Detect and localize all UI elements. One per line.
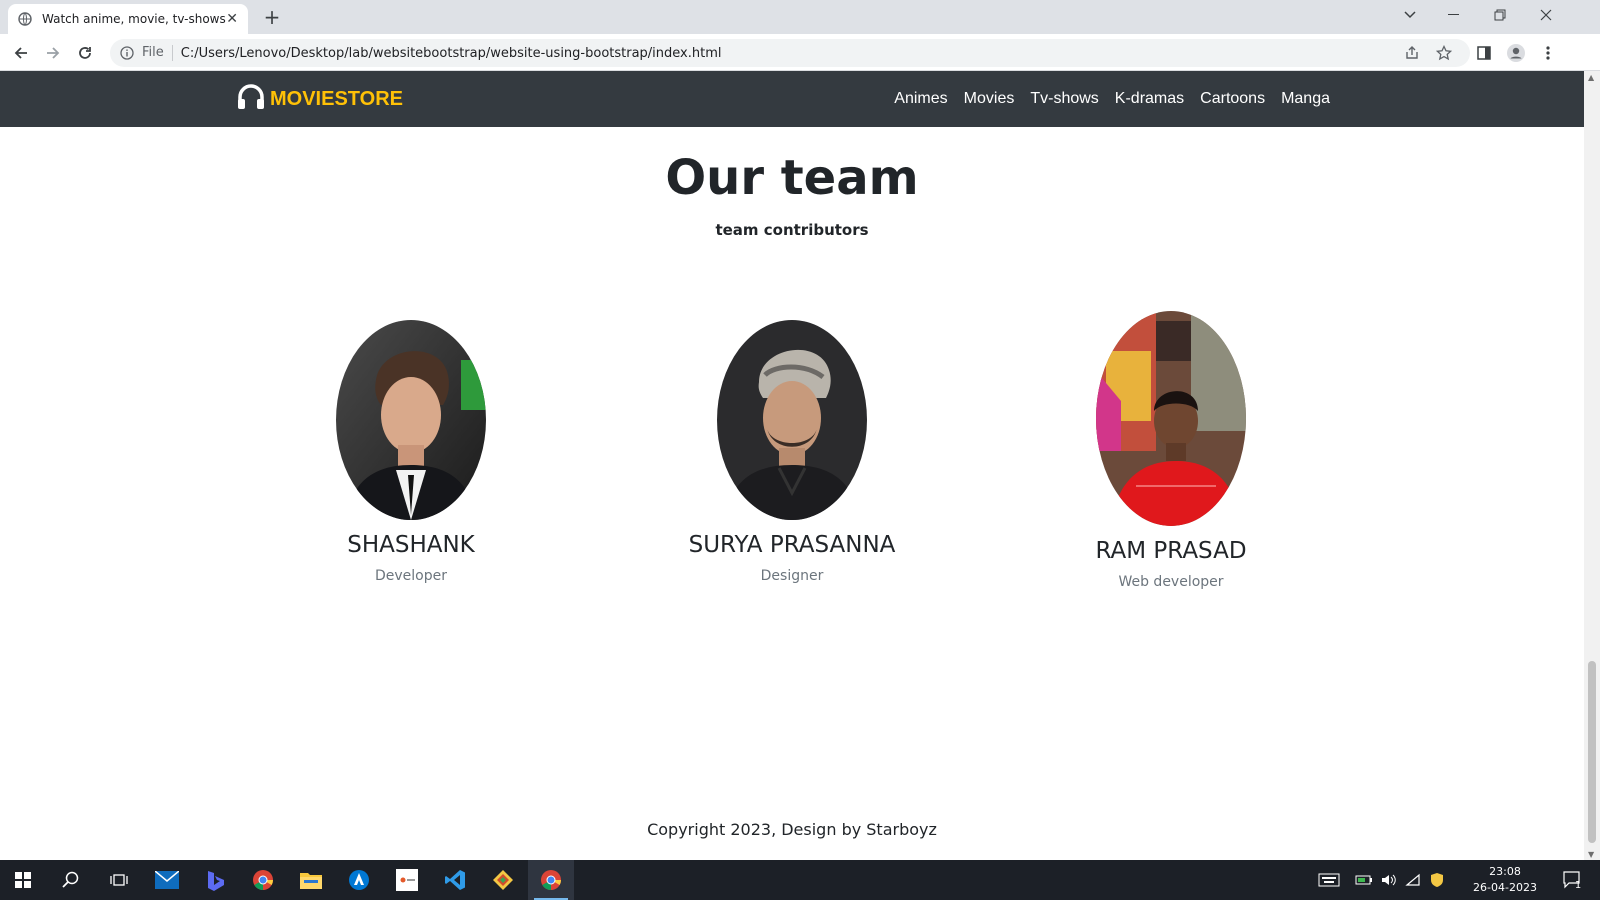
browser-tab-strip: Watch anime, movie, tv-shows ✕ + [0,0,1600,34]
bing-app-icon[interactable] [192,860,238,900]
browser-menu-icon[interactable] [1538,43,1558,63]
wifi-icon[interactable] [1402,860,1424,900]
bookmark-star-icon[interactable] [1434,43,1454,63]
close-tab-icon[interactable]: ✕ [226,11,238,27]
nav-link-animes[interactable]: Animes [894,90,947,108]
nav-link-movies[interactable]: Movies [964,90,1015,108]
site-navbar: MOVIESTORE Animes Movies Tv-shows K-dram… [0,71,1584,127]
browser-tab[interactable]: Watch anime, movie, tv-shows ✕ [8,4,248,34]
info-icon[interactable] [120,46,134,60]
nav-link-cartoons[interactable]: Cartoons [1200,90,1265,108]
member-photo [717,320,867,520]
reload-icon[interactable] [72,40,98,66]
tab-title: Watch anime, movie, tv-shows [42,12,226,26]
git-app-icon[interactable] [480,860,526,900]
clock-date: 26-04-2023 [1473,881,1537,894]
nav-link-tv-shows[interactable]: Tv-shows [1030,90,1098,108]
member-name: RAM PRASAD [1095,538,1247,564]
azure-app-icon[interactable] [336,860,382,900]
task-view-icon[interactable] [96,860,142,900]
close-window-button[interactable] [1524,0,1568,30]
member-role: Web developer [1118,574,1224,590]
scroll-down-arrow-icon[interactable]: ▼ [1588,850,1594,859]
member-photo [1096,311,1246,526]
browser-toolbar: File C:/Users/Lenovo/Desktop/lab/website… [0,34,1600,71]
brand-logo[interactable]: MOVIESTORE [236,83,403,115]
windows-taskbar: 23:08 26-04-2023 1 [0,860,1600,900]
nav-link-k-dramas[interactable]: K-dramas [1115,90,1184,108]
system-clock[interactable]: 23:08 26-04-2023 [1470,864,1540,896]
brand-name: MOVIESTORE [270,87,403,110]
clock-time: 23:08 [1489,865,1521,878]
headphones-icon [236,83,266,115]
back-arrow-icon[interactable] [8,40,34,66]
volume-icon[interactable] [1378,860,1400,900]
mail-app-icon[interactable] [144,860,190,900]
team-member-card: RAM PRASAD Web developer [1041,311,1301,590]
side-panel-icon[interactable] [1474,43,1494,63]
remarkable-app-icon[interactable] [384,860,430,900]
tab-search-icon[interactable] [1388,0,1432,30]
windows-start-icon[interactable] [0,860,46,900]
member-role: Developer [374,568,447,584]
url-text[interactable]: C:/Users/Lenovo/Desktop/lab/websiteboots… [181,46,722,61]
notification-count: 1 [1574,879,1582,891]
security-shield-icon[interactable] [1426,860,1448,900]
chrome-active-app-icon[interactable] [528,860,574,900]
url-scheme: File [142,45,173,61]
team-member-card: SURYA PRASANNA Designer [662,320,922,584]
member-name: SURYA PRASANNA [688,532,896,558]
address-bar[interactable]: File C:/Users/Lenovo/Desktop/lab/website… [110,39,1470,67]
page-scrollbar[interactable]: ▲ ▼ [1584,71,1600,861]
notifications-icon[interactable]: 1 [1552,860,1592,900]
profile-avatar-icon[interactable] [1506,43,1526,63]
forward-arrow-icon[interactable] [40,40,66,66]
nav-links: Animes Movies Tv-shows K-dramas Cartoons… [878,71,1330,127]
nav-link-manga[interactable]: Manga [1281,90,1330,108]
team-member-card: SHASHANK Developer [281,320,541,584]
new-tab-button[interactable]: + [260,5,284,29]
member-name: SHASHANK [347,532,475,558]
scroll-up-arrow-icon[interactable]: ▲ [1588,73,1594,82]
footer-copyright: Copyright 2023, Design by Starboyz [647,820,937,839]
search-icon[interactable] [48,860,94,900]
team-subheading: team contributors [715,221,869,239]
member-photo [336,320,486,520]
member-role: Designer [760,568,824,584]
restore-button[interactable] [1478,0,1522,30]
chrome-app-icon[interactable] [240,860,286,900]
keyboard-icon[interactable] [1314,860,1344,900]
share-icon[interactable] [1402,43,1422,63]
minimize-button[interactable] [1432,0,1476,30]
file-explorer-icon[interactable] [288,860,334,900]
vscode-icon[interactable] [432,860,478,900]
team-heading: Our team [665,150,919,206]
globe-icon [18,12,32,26]
scrollbar-thumb[interactable] [1588,661,1596,843]
battery-icon[interactable] [1352,860,1376,900]
